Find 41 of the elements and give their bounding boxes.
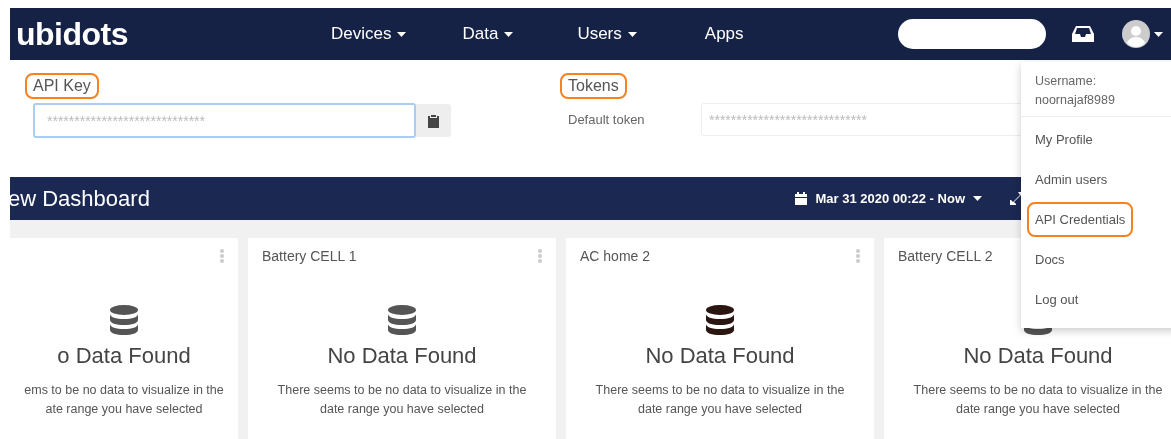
database-icon [388,305,416,335]
widget-title: Battery CELL 1 [262,248,357,265]
username: noornajaf8989 [1035,92,1116,109]
empty-state-heading: No Data Found [963,343,1113,369]
menu-item[interactable]: Admin users [1027,162,1116,197]
menu-item[interactable]: API Credentials [1027,202,1134,237]
default-token-label: Default token [568,112,646,127]
empty-state-message: There seems to be no data to visualize in the date range you have selected [277,382,527,418]
widget-title: AC home 2 [580,248,651,265]
empty-state-message: There seems to be no data to visualize in the date range you have selected [913,382,1163,418]
caret-icon [504,31,514,37]
nav-menu-item[interactable]: Users [577,24,637,44]
nav-menu-item[interactable]: Apps [704,24,744,44]
menu-item[interactable]: Log out [1027,282,1087,317]
nav-menu-item[interactable]: Data [462,24,514,44]
nav-menu-item[interactable]: Devices [331,24,407,44]
inbox-icon[interactable] [1072,26,1094,42]
caret-icon [627,31,637,37]
menu-item[interactable]: Docs [1027,242,1073,277]
avatar-icon[interactable] [1122,20,1150,48]
empty-state-heading: No Data Found [327,343,477,369]
date-range-button[interactable]: Mar 31 2020 00:22 - Now [789,190,988,207]
widget-title: Battery CELL 2 [898,248,993,265]
clipboard-icon [428,113,439,128]
empty-state-heading: No Data Found [645,343,795,369]
empty-state-message: ems to be no data to visualize in the ate range you have selected [24,382,224,418]
caret-icon [973,196,982,201]
dashboard-title: ew Dashboard [8,185,150,212]
database-icon [706,305,734,335]
search-field[interactable] [898,19,1046,49]
logo[interactable]: ubidots [16,15,331,53]
api-key-label: API Key [25,73,99,99]
empty-state-message: There seems to be no data to visualize in the date range you have selected [595,382,845,418]
caret-icon [397,31,407,37]
tokens-label: Tokens [560,73,627,99]
username-label: Username: [1035,73,1098,90]
caret-icon [1154,31,1163,37]
database-icon [110,305,138,335]
empty-state-heading: o Data Found [57,343,191,369]
calendar-icon [795,192,808,205]
copy-button[interactable] [416,104,451,137]
